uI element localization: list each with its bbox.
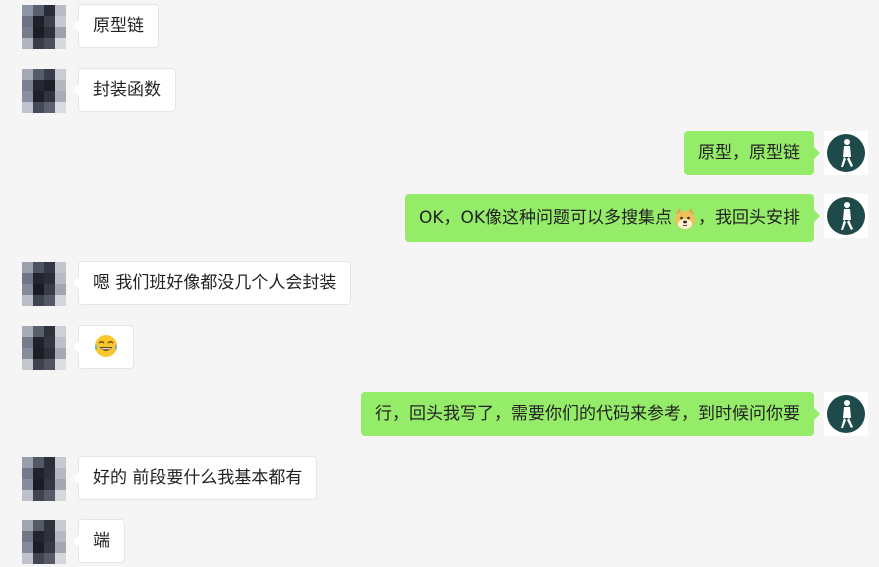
doge-emoji	[672, 203, 698, 229]
contact-avatar[interactable]	[22, 457, 66, 501]
message-text: 好的 前段要什么我基本都有	[93, 468, 303, 488]
contact-avatar[interactable]	[22, 262, 66, 306]
message-text: 行，回头我写了，需要你们的代码来参考，到时候问你要	[375, 404, 800, 424]
message-row: 原型，原型链	[0, 131, 879, 179]
self-avatar[interactable]	[824, 392, 868, 436]
incoming-message-bubble[interactable]	[73, 325, 134, 369]
message-row	[0, 325, 879, 373]
message-row: 行，回头我写了，需要你们的代码来参考，到时候问你要	[0, 392, 879, 440]
incoming-message-bubble[interactable]: 封装函数	[73, 68, 176, 112]
outgoing-message-bubble[interactable]: 原型，原型链	[684, 131, 820, 175]
contact-avatar[interactable]	[22, 326, 66, 370]
message-text: 原型，原型链	[698, 143, 800, 163]
message-row: 好的 前段要什么我基本都有	[0, 456, 879, 504]
message-row: OK，OK像这种问题可以多搜集点 ，我回头安排	[0, 194, 879, 242]
incoming-message-bubble[interactable]: 好的 前段要什么我基本都有	[72, 456, 318, 500]
message-row: 封装函数	[0, 68, 879, 116]
message-text: 原型链	[93, 16, 144, 36]
pixelated-avatar-image	[22, 69, 66, 113]
outgoing-message-bubble[interactable]: OK，OK像这种问题可以多搜集点 ，我回头安排	[404, 194, 821, 242]
pixelated-avatar-image	[22, 5, 66, 49]
incoming-message-bubble[interactable]: 端	[73, 519, 125, 563]
message-row: 端	[0, 519, 879, 567]
incoming-message-bubble[interactable]: 嗯 我们班好像都没几个人会封装	[72, 261, 352, 305]
message-text: 封装函数	[93, 80, 161, 100]
contact-avatar[interactable]	[22, 520, 66, 564]
message-text: 嗯 我们班好像都没几个人会封装	[93, 273, 337, 293]
message-row: 原型链	[0, 4, 879, 52]
walking-figure-avatar-image	[824, 194, 868, 238]
message-text: 端	[93, 531, 110, 551]
self-avatar[interactable]	[824, 131, 868, 175]
contact-avatar[interactable]	[22, 69, 66, 113]
message-text-before-emoji: OK，OK像这种问题可以多搜集点	[418, 208, 672, 228]
self-avatar[interactable]	[824, 194, 868, 238]
walking-figure-avatar-image	[824, 131, 868, 175]
contact-avatar[interactable]	[22, 5, 66, 49]
outgoing-message-bubble[interactable]: 行，回头我写了，需要你们的代码来参考，到时候问你要	[361, 392, 820, 436]
walking-figure-avatar-image	[824, 392, 868, 436]
incoming-message-bubble[interactable]: 原型链	[73, 4, 159, 48]
tears-of-joy-emoji	[93, 333, 119, 359]
pixelated-avatar-image	[22, 520, 66, 564]
pixelated-avatar-image	[22, 262, 66, 306]
message-text-after-emoji: ，我回头安排	[698, 208, 800, 228]
pixelated-avatar-image	[22, 457, 66, 501]
chat-message-list: 原型链 封装函数 原型，原型链 OK，OK像这种问题可以多搜集点 ，我回头安排 …	[0, 0, 879, 565]
message-row: 嗯 我们班好像都没几个人会封装	[0, 261, 879, 309]
pixelated-avatar-image	[22, 326, 66, 370]
